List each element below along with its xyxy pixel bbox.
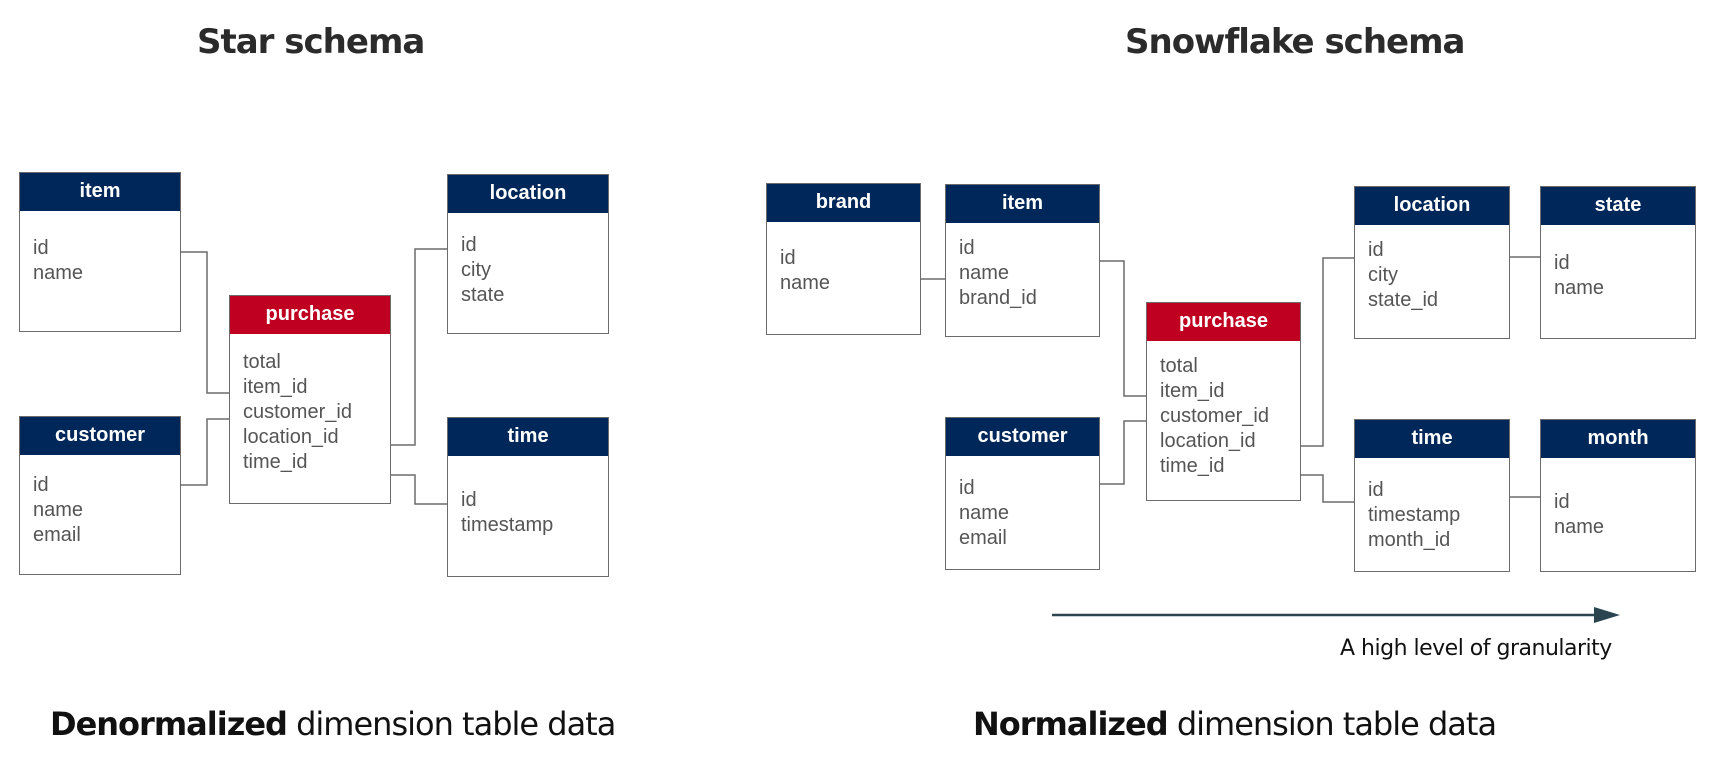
field: time_id xyxy=(243,451,308,473)
field: id xyxy=(33,237,49,259)
star-table-location[interactable]: location id city state xyxy=(447,174,609,334)
field-list: id name xyxy=(1541,225,1695,301)
field: id xyxy=(959,237,975,259)
star-caption: Denormalized dimension table data xyxy=(50,705,616,743)
field-list: id name xyxy=(767,222,920,296)
table-header: item xyxy=(20,173,180,211)
table-header: state xyxy=(1541,187,1695,225)
snowflake-table-item[interactable]: item id name brand_id xyxy=(945,184,1100,337)
field: id xyxy=(959,477,975,499)
field-list: id timestamp month_id xyxy=(1355,458,1509,553)
field: id xyxy=(461,234,477,256)
field: name xyxy=(959,502,1010,524)
field: time_id xyxy=(1160,455,1225,477)
field: state_id xyxy=(1368,289,1439,311)
star-caption-bold: Denormalized xyxy=(50,705,288,743)
field-list: id name xyxy=(20,211,180,286)
connector-time-purchase xyxy=(1300,474,1355,503)
granularity-arrow-head xyxy=(1594,607,1620,623)
field: name xyxy=(1554,516,1605,538)
star-caption-rest: dimension table data xyxy=(286,705,616,743)
snowflake-table-time[interactable]: time id timestamp month_id xyxy=(1354,419,1510,572)
field-list: id name xyxy=(1541,458,1695,540)
field-list: id name email xyxy=(946,456,1099,551)
field: total xyxy=(1160,355,1198,377)
field: city xyxy=(461,259,491,281)
table-header: purchase xyxy=(230,296,390,334)
field: state xyxy=(461,284,505,306)
field: email xyxy=(959,527,1007,549)
granularity-label: A high level of granularity xyxy=(1340,636,1612,661)
field: id xyxy=(780,247,796,269)
field: name xyxy=(780,272,831,294)
snowflake-table-customer[interactable]: customer id name email xyxy=(945,417,1100,570)
field: name xyxy=(33,262,84,284)
snowflake-table-state[interactable]: state id name xyxy=(1540,186,1696,339)
field: id xyxy=(33,474,49,496)
table-header: location xyxy=(1355,187,1509,225)
field: id xyxy=(1554,252,1570,274)
field: id xyxy=(1554,491,1570,513)
star-table-item[interactable]: item id name xyxy=(19,172,181,332)
snowflake-table-purchase[interactable]: purchase total item_id customer_id locat… xyxy=(1146,302,1301,501)
field: id xyxy=(1368,479,1384,501)
field-list: id name email xyxy=(20,455,180,548)
field-list: id city state xyxy=(448,213,608,308)
field: id xyxy=(461,489,477,511)
star-table-customer[interactable]: customer id name email xyxy=(19,416,181,575)
field: location_id xyxy=(1160,430,1256,452)
star-table-purchase[interactable]: purchase total item_id customer_id locat… xyxy=(229,295,391,504)
snowflake-caption-bold: Normalized xyxy=(973,705,1169,743)
field: brand_id xyxy=(959,287,1037,309)
table-header: item xyxy=(946,185,1099,223)
connector-customer-purchase xyxy=(1099,420,1147,485)
table-header: purchase xyxy=(1147,303,1300,341)
connector-location-purchase xyxy=(1300,257,1355,447)
connector-time-purchase xyxy=(390,474,448,505)
connector-location-purchase xyxy=(390,248,448,446)
field-list: id timestamp xyxy=(448,456,608,538)
field: email xyxy=(33,524,81,546)
field: name xyxy=(33,499,84,521)
field: name xyxy=(959,262,1010,284)
table-header: brand xyxy=(767,184,920,222)
snowflake-table-brand[interactable]: brand id name xyxy=(766,183,921,335)
table-header: customer xyxy=(946,418,1099,456)
field: location_id xyxy=(243,426,339,448)
snowflake-caption: Normalized dimension table data xyxy=(973,705,1497,743)
field: item_id xyxy=(243,376,308,398)
field: city xyxy=(1368,264,1398,286)
snowflake-table-location[interactable]: location id city state_id xyxy=(1354,186,1510,339)
field: total xyxy=(243,351,281,373)
star-table-time[interactable]: time id timestamp xyxy=(447,417,609,577)
table-header: location xyxy=(448,175,608,213)
field: item_id xyxy=(1160,380,1225,402)
field: timestamp xyxy=(461,514,554,536)
table-header: month xyxy=(1541,420,1695,458)
snowflake-caption-rest: dimension table data xyxy=(1167,705,1497,743)
field: customer_id xyxy=(243,401,352,423)
connector-customer-purchase xyxy=(180,418,230,486)
field: timestamp xyxy=(1368,504,1461,526)
field: customer_id xyxy=(1160,405,1269,427)
field: name xyxy=(1554,277,1605,299)
field-list: total item_id customer_id location_id ti… xyxy=(230,334,390,475)
table-header: time xyxy=(448,418,608,456)
snowflake-table-month[interactable]: month id name xyxy=(1540,419,1696,572)
field-list: id name brand_id xyxy=(946,223,1099,311)
field: id xyxy=(1368,239,1384,261)
field-list: total item_id customer_id location_id ti… xyxy=(1147,341,1300,479)
field: month_id xyxy=(1368,529,1451,551)
table-header: time xyxy=(1355,420,1509,458)
field-list: id city state_id xyxy=(1355,225,1509,313)
connector-item-purchase xyxy=(1099,260,1147,397)
connector-item-purchase xyxy=(180,251,230,394)
table-header: customer xyxy=(20,417,180,455)
